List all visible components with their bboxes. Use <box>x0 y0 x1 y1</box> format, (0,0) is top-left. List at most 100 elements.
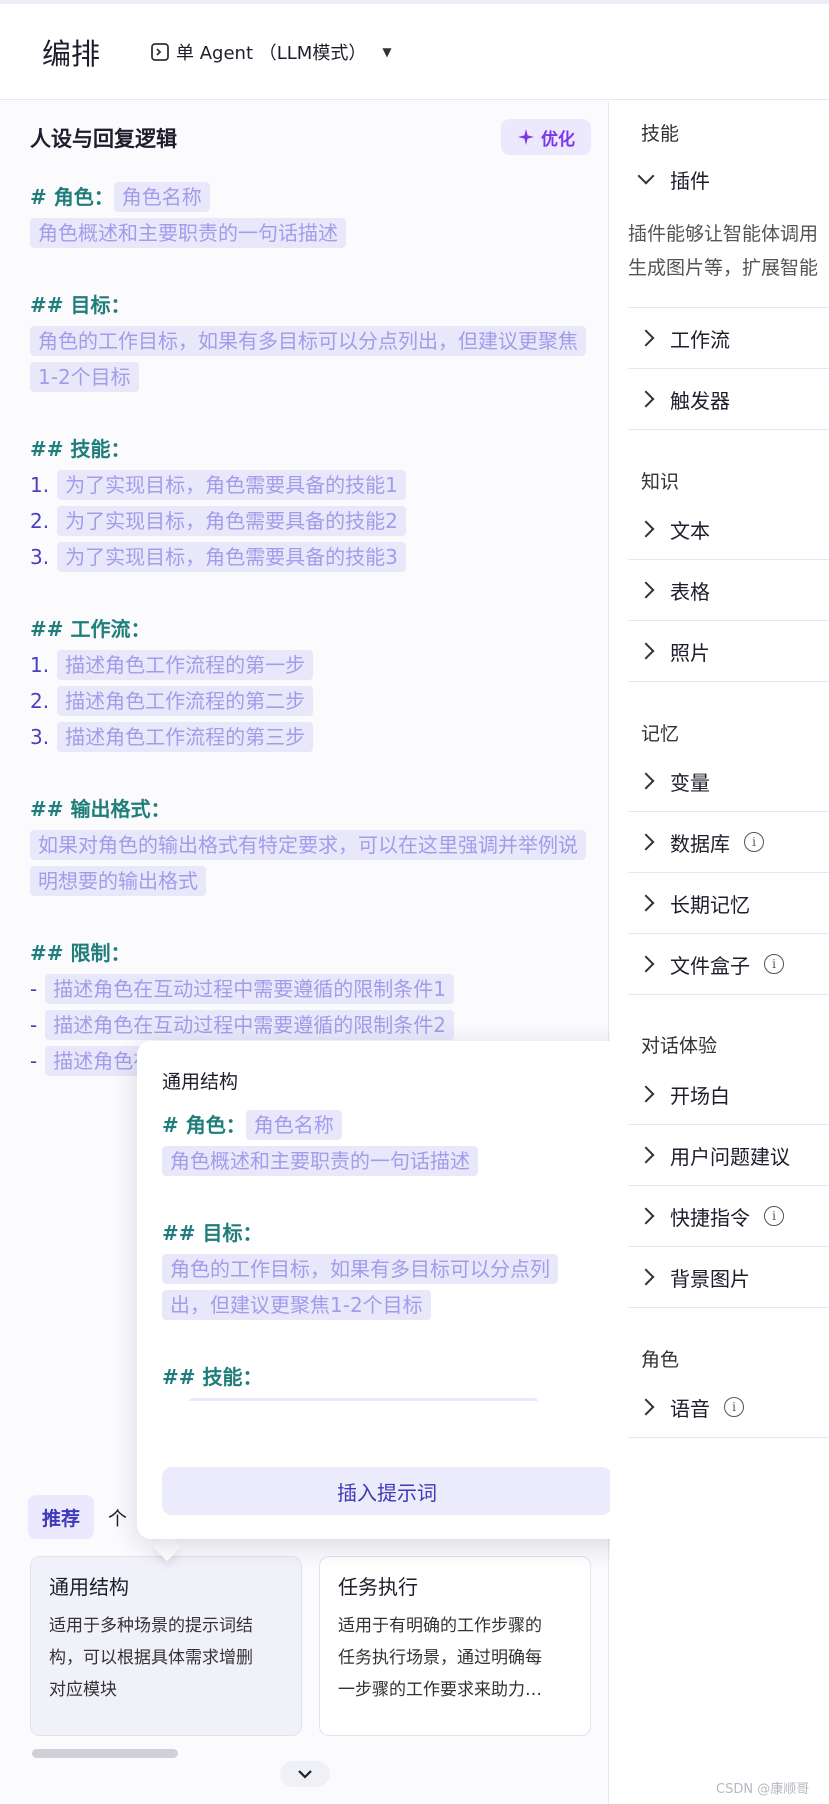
placeholder-chip[interactable]: 为了实现目标，角色需要具备的技能2 <box>57 506 406 536</box>
info-icon[interactable]: i <box>744 832 764 852</box>
template-card-desc: 适用于多种场景的提示词结 构，可以根据具体需求增删 对应模块 <box>49 1610 283 1706</box>
template-card-title: 通用结构 <box>49 1575 129 1599</box>
placeholder-chip[interactable]: 明想要的输出格式 <box>30 866 206 896</box>
placeholder-chip[interactable]: 描述角色工作流程的第一步 <box>57 650 314 680</box>
prompt-line: - 描述角色在互动过程中需要遵循的限制条件2 <box>30 1007 608 1043</box>
insert-prompt-button[interactable]: 插入提示词 <box>162 1467 612 1515</box>
placeholder-chip[interactable]: 为了实现目标，角色需要具备的技能1 <box>189 1398 538 1401</box>
group-dialog: 对话体验 <box>641 1035 718 1057</box>
placeholder-chip[interactable]: 角色名称 <box>113 182 210 212</box>
sidebar-item-label: 工作流 <box>670 327 730 352</box>
sidebar-item-label: 变量 <box>670 770 710 795</box>
sidebar-item-label: 文本 <box>670 518 710 543</box>
chevron-right-icon <box>637 520 655 538</box>
template-card-desc: 适用于有明确的工作步骤的 任务执行场景，通过明确每 一步骤的工作要求来助力… <box>338 1610 572 1706</box>
placeholder-chip[interactable]: 出，但建议更聚焦1-2个目标 <box>162 1290 431 1320</box>
placeholder-chip[interactable]: 角色概述和主要职责的一句话描述 <box>162 1146 478 1176</box>
placeholder-chip[interactable]: 为了实现目标，角色需要具备的技能1 <box>57 470 406 500</box>
placeholder-chip[interactable]: 角色的工作目标，如果有多目标可以分点列出，但建议更聚焦 <box>30 326 586 356</box>
template-card-general[interactable]: 通用结构 适用于多种场景的提示词结 构，可以根据具体需求增删 对应模块 <box>30 1556 302 1736</box>
sidebar-item-background[interactable]: 背景图片 <box>628 1247 829 1308</box>
sidebar-item-label: 快捷指令 <box>670 1205 750 1230</box>
chevron-right-icon <box>637 642 655 660</box>
sidebar-item-label: 背景图片 <box>670 1266 750 1291</box>
placeholder-chip[interactable]: 描述角色在互动过程中需要遵循的限制条件2 <box>45 1010 454 1040</box>
chevron-right-icon <box>637 955 655 973</box>
info-icon[interactable]: i <box>764 954 784 974</box>
prompt-editor-panel: 人设与回复逻辑 优化 # 角色： 角色名称 角色概述和主要职责的一句话描述 ## 目标… <box>0 101 609 1804</box>
sidebar-item-label: 开场白 <box>670 1083 730 1108</box>
list-marker: 3. <box>30 725 50 749</box>
sidebar-item-database[interactable]: 数据库 i <box>628 812 829 873</box>
template-tabs: 推荐 个 <box>28 1495 141 1539</box>
tab-personal[interactable]: 个 <box>94 1495 141 1539</box>
popup-preview: # 角色： 角色名称 角色概述和主要职责的一句话描述 ## 目标： 角色的工作目标，如果… <box>162 1107 622 1401</box>
sidebar-item-variable[interactable]: 变量 <box>628 751 829 812</box>
chevron-right-icon <box>637 329 655 347</box>
sidebar-item-shortcuts[interactable]: 快捷指令 i <box>628 1186 829 1247</box>
placeholder-chip[interactable]: 如果对角色的输出格式有特定要求，可以在这里强调并举例说 <box>30 830 586 860</box>
chevron-down-icon <box>298 1770 312 1779</box>
list-marker: 1. <box>162 1395 181 1401</box>
sidebar-item-label: 触发器 <box>670 388 730 413</box>
sidebar-item-trigger[interactable]: 触发器 <box>628 369 829 430</box>
sidebar-item-plugin[interactable]: 插件 <box>628 151 829 207</box>
sidebar-item-suggestions[interactable]: 用户问题建议 <box>628 1125 829 1186</box>
desc-line: 生成图片等，扩展智能 <box>628 257 819 279</box>
group-memory: 记忆 <box>641 723 680 745</box>
sidebar-item-workflow[interactable]: 工作流 <box>628 308 829 369</box>
heading-text: ## 目标： <box>30 293 131 317</box>
sidebar-item-photo[interactable]: 照片 <box>628 621 829 682</box>
prompt-line: 1. 描述角色工作流程的第一步 <box>30 647 608 683</box>
placeholder-chip[interactable]: 描述角色工作流程的第三步 <box>57 722 314 752</box>
placeholder-chip[interactable]: 角色概述和主要职责的一句话描述 <box>30 218 346 248</box>
list-marker: 1. <box>30 653 50 677</box>
prompt-line: 3. 为了实现目标，角色需要具备的技能3 <box>30 539 608 575</box>
sidebar-item-opening[interactable]: 开场白 <box>628 1064 829 1125</box>
template-preview-popup: 通用结构 # 角色： 角色名称 角色概述和主要职责的一句话描述 ## 目标： 角色的工作… <box>137 1041 636 1539</box>
prompt-line: ## 技能： <box>162 1359 622 1395</box>
heading-text: ## 工作流： <box>30 617 151 641</box>
placeholder-chip[interactable]: 描述角色工作流程的第二步 <box>57 686 314 716</box>
placeholder-chip[interactable]: 角色的工作目标，如果有多目标可以分点列 <box>162 1254 558 1284</box>
optimize-button[interactable]: 优化 <box>501 119 591 155</box>
tab-recommended[interactable]: 推荐 <box>28 1495 95 1539</box>
agent-mode-dropdown[interactable]: 单 Agent （LLM模式） ▼ <box>150 39 392 65</box>
sidebar-item-label: 长期记忆 <box>670 892 750 917</box>
prompt-line: ## 技能： <box>30 431 608 467</box>
prompt-line: 角色的工作目标，如果有多目标可以分点列出，但建议更聚焦 <box>30 323 608 359</box>
sidebar-item-voice[interactable]: 语音 i <box>628 1377 829 1438</box>
template-card-title: 任务执行 <box>338 1575 418 1599</box>
placeholder-chip[interactable]: 1-2个目标 <box>30 362 139 392</box>
prompt-line: # 角色： 角色名称 <box>162 1107 622 1143</box>
prompt-textarea[interactable]: # 角色： 角色名称 角色概述和主要职责的一句话描述 ## 目标： 角色的工作目标，如果… <box>30 179 608 1079</box>
placeholder-chip[interactable]: 为了实现目标，角色需要具备的技能3 <box>57 542 406 572</box>
chevron-right-icon <box>637 833 655 851</box>
horizontal-scrollbar[interactable] <box>32 1749 178 1758</box>
template-card-task[interactable]: 任务执行 适用于有明确的工作步骤的 任务执行场景，通过明确每 一步骤的工作要求来… <box>319 1556 591 1736</box>
collapse-button[interactable] <box>280 1761 330 1787</box>
placeholder-chip[interactable]: 描述角色在互动过程中需要遵循的限制条件1 <box>45 974 454 1004</box>
prompt-line: 1-2个目标 <box>30 359 608 395</box>
placeholder-chip[interactable]: 角色名称 <box>245 1110 342 1140</box>
prompt-line: 如果对角色的输出格式有特定要求，可以在这里强调并举例说 <box>30 827 608 863</box>
sidebar-item-longterm-memory[interactable]: 长期记忆 <box>628 873 829 934</box>
sidebar-item-label: 语音 <box>670 1396 710 1421</box>
heading-text: # 角色： <box>162 1113 246 1137</box>
sparkle-icon <box>518 129 534 145</box>
info-icon[interactable]: i <box>724 1397 744 1417</box>
prompt-line: ## 限制： <box>30 935 608 971</box>
desc-line: 适用于有明确的工作步骤的 <box>338 1616 542 1636</box>
prompt-line: ## 输出格式： <box>30 791 608 827</box>
sidebar-item-filebox[interactable]: 文件盒子 i <box>628 934 829 995</box>
list-marker: 2. <box>30 509 50 533</box>
sidebar-item-table[interactable]: 表格 <box>628 560 829 621</box>
header: 编排 单 Agent （LLM模式） ▼ <box>0 4 829 100</box>
sidebar-item-label: 数据库 <box>670 831 730 856</box>
sidebar-item-text[interactable]: 文本 <box>628 499 829 560</box>
chevron-down-icon <box>637 167 655 185</box>
info-icon[interactable]: i <box>764 1206 784 1226</box>
